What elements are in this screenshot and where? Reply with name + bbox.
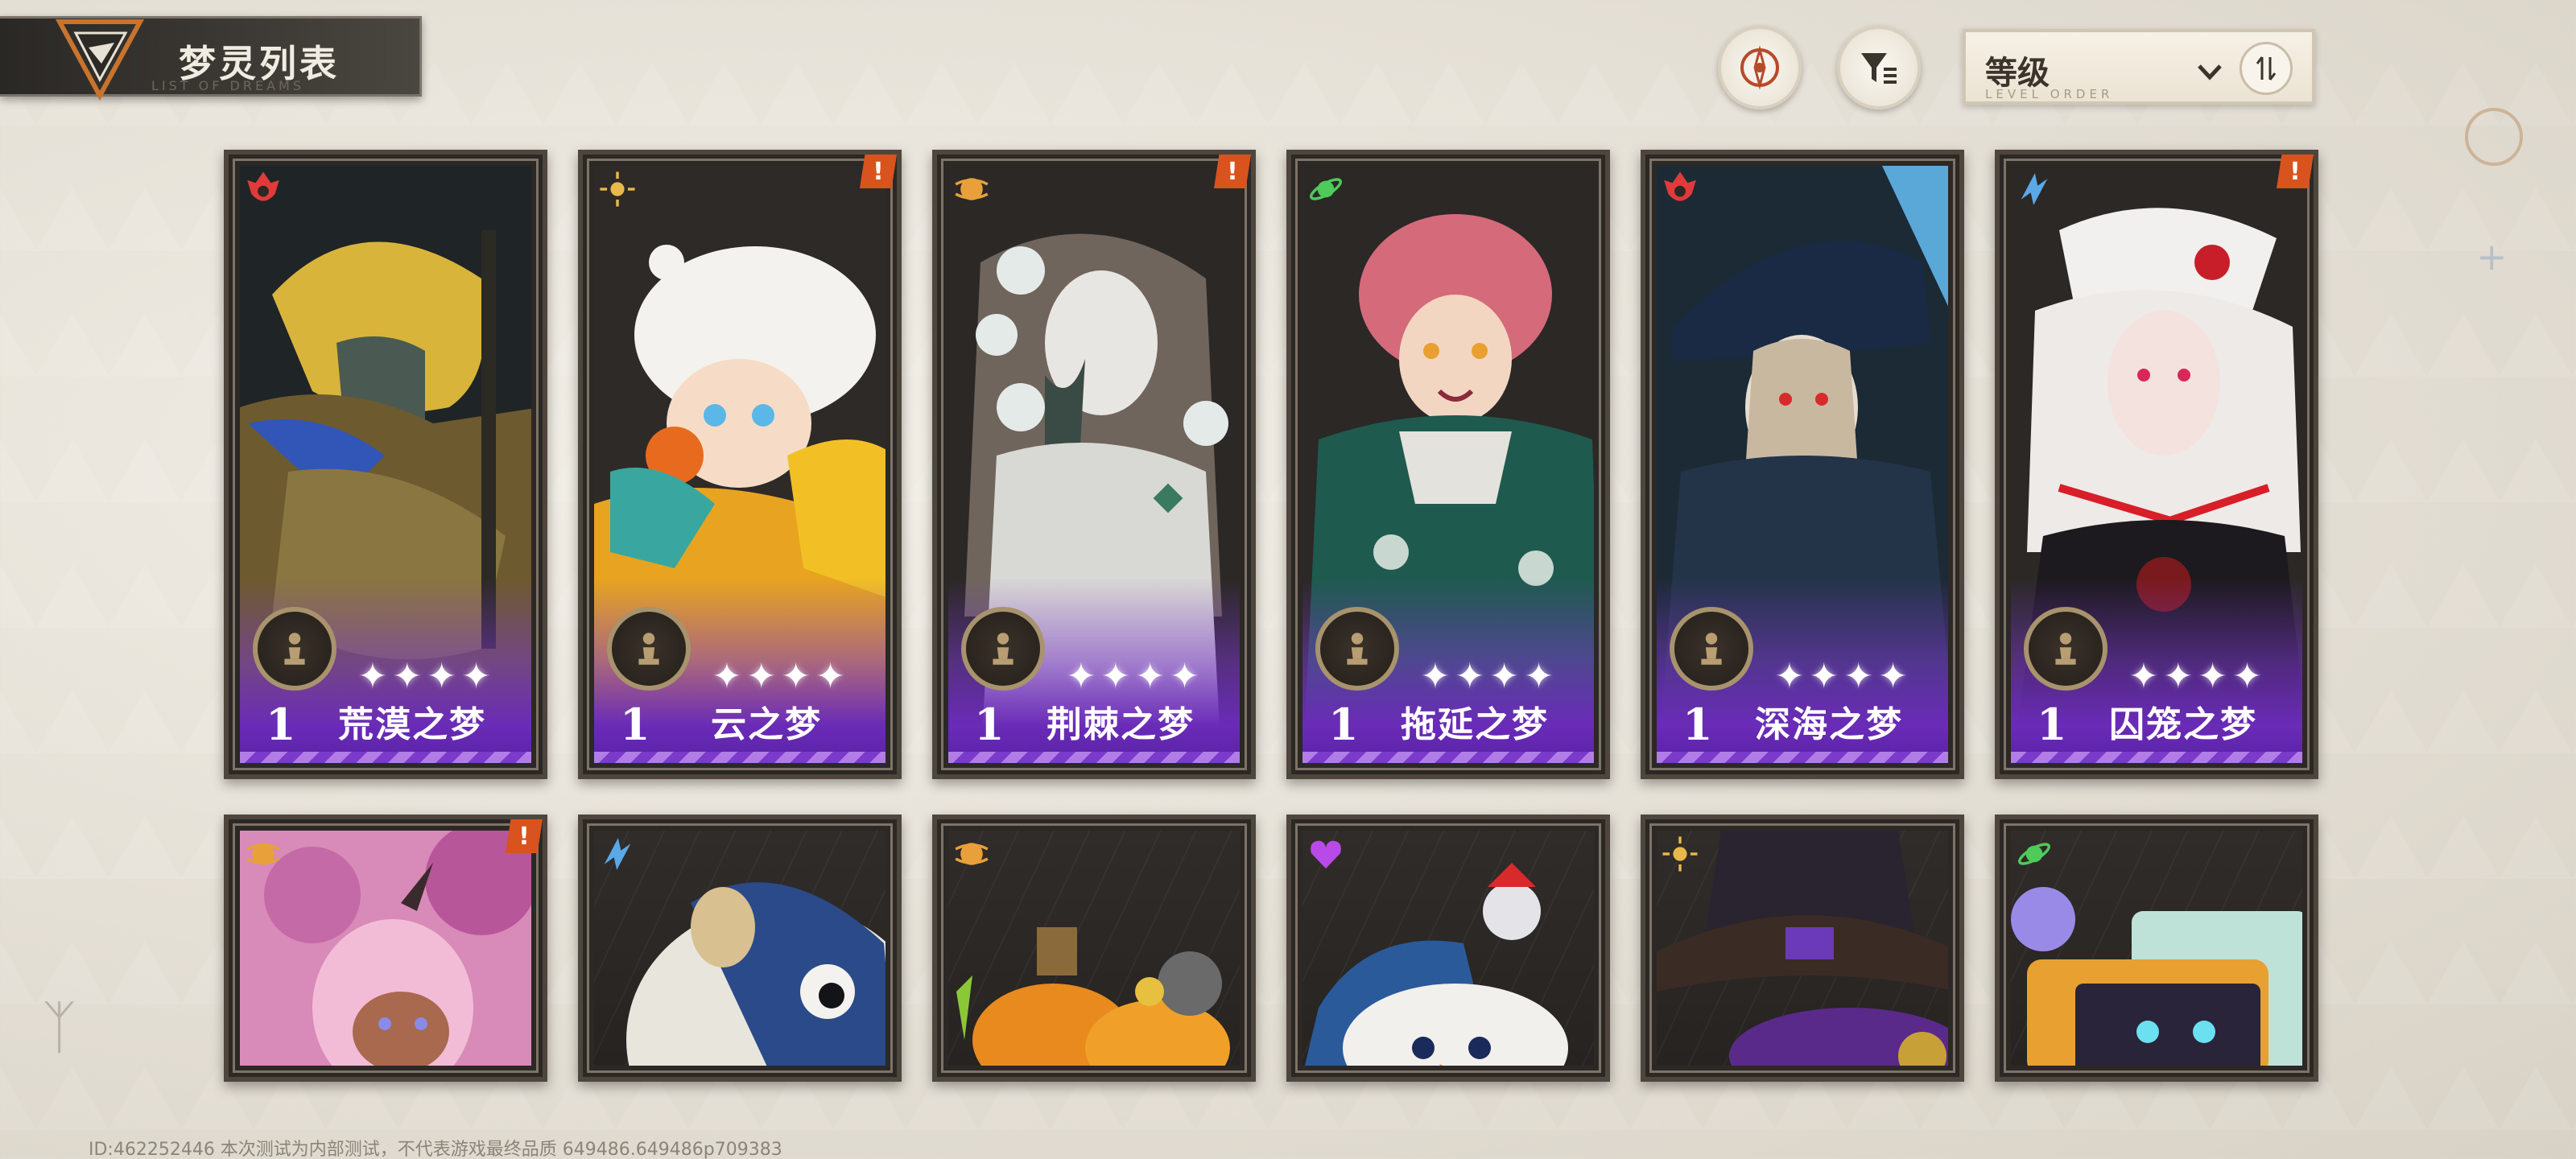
card-level: 1: [1328, 699, 1359, 750]
element-orbit-icon: [948, 166, 995, 212]
star-rating: ✦✦✦✦: [712, 656, 850, 697]
new-alert-badge: !: [1214, 155, 1251, 188]
page-subtitle: LIST OF DREAMS: [151, 78, 304, 93]
element-fire-icon: [1657, 166, 1703, 212]
filter-icon: [1861, 53, 1897, 84]
element-planet-icon: [2011, 831, 2058, 877]
target-icon: [1740, 45, 1779, 90]
star-rating: ✦✦✦✦: [1420, 656, 1558, 697]
card-name: 囚笼之梦: [2109, 704, 2257, 745]
pawn-badge: [2024, 607, 2107, 691]
dream-card-9[interactable]: [932, 815, 1256, 1082]
target-button[interactable]: [1718, 26, 1802, 109]
title-banner[interactable]: 梦灵列表 LIST OF DREAMS: [0, 16, 422, 101]
element-orbit-icon: [948, 831, 995, 877]
element-sun-icon: [594, 166, 641, 212]
pawn-icon: [993, 633, 1013, 665]
card-name: 荒漠之梦: [338, 704, 486, 745]
sort-sub-label: LEVEL ORDER: [1985, 87, 2114, 101]
pawn-badge: [253, 607, 336, 691]
new-alert-badge: !: [2277, 155, 2314, 188]
star-rating: ✦✦✦✦: [357, 656, 496, 697]
star-rating: ✦✦✦✦: [2128, 656, 2267, 697]
card-level: 1: [974, 699, 1005, 750]
element-orbit-icon: [240, 831, 287, 877]
card-name: 云之梦: [711, 704, 822, 745]
sort-order-button[interactable]: [2240, 42, 2293, 95]
pawn-badge: [1315, 607, 1399, 691]
dream-card-12[interactable]: [1995, 815, 2318, 1082]
star-rating: ✦✦✦✦: [1774, 656, 1913, 697]
new-alert-badge: !: [860, 155, 897, 188]
sort-order-icon: [2256, 56, 2277, 80]
element-sun-icon: [1657, 831, 1703, 877]
dream-card-3[interactable]: ! ✦✦✦✦ 1 荆棘之梦: [932, 150, 1256, 779]
dream-card-1[interactable]: ✦✦✦✦ 1 荒漠之梦: [224, 150, 547, 779]
chevron-down-icon: [2198, 64, 2222, 80]
build-id-text: ID:462252446 本次测试为内部测试，不代表游戏最终品质 649486.…: [89, 1140, 782, 1159]
card-name: 拖延之梦: [1401, 704, 1549, 745]
card-level: 1: [1682, 699, 1713, 750]
element-planet-icon: [1302, 166, 1349, 212]
element-heart-icon: [1302, 831, 1349, 877]
filter-button[interactable]: [1837, 26, 1921, 109]
decorative-glyph-icon: ᛉ: [42, 993, 77, 1061]
dream-card-5[interactable]: ✦✦✦✦ 1 深海之梦: [1641, 150, 1964, 779]
pawn-badge: [1670, 607, 1753, 691]
card-level: 1: [620, 699, 650, 750]
card-level: 1: [2037, 699, 2067, 750]
dream-card-6[interactable]: ! ✦✦✦✦ 1 囚笼之梦: [1995, 150, 2318, 779]
dream-card-11[interactable]: [1641, 815, 1964, 1082]
pawn-icon: [638, 633, 659, 665]
element-fire-icon: [240, 166, 287, 212]
card-name: 荆棘之梦: [1046, 704, 1195, 745]
dream-card-7[interactable]: !: [224, 815, 547, 1082]
triangle-logo-icon: [55, 19, 145, 101]
element-lightning-icon: [594, 831, 641, 877]
star-rating: ✦✦✦✦: [1066, 656, 1204, 697]
dream-card-10[interactable]: [1286, 815, 1610, 1082]
dream-card-2[interactable]: ! ✦✦✦✦ 1 云之梦: [578, 150, 902, 779]
sort-dropdown[interactable]: 等级 LEVEL ORDER: [1963, 29, 2315, 105]
decorative-ring: [2465, 108, 2523, 166]
pawn-icon: [1347, 633, 1368, 665]
dream-card-4[interactable]: ✦✦✦✦ 1 拖延之梦: [1286, 150, 1610, 779]
pawn-icon: [1701, 633, 1722, 665]
pawn-badge: [961, 607, 1045, 691]
new-alert-badge: !: [506, 819, 543, 853]
pawn-badge: [607, 607, 691, 691]
dream-card-8[interactable]: [578, 815, 902, 1082]
card-level: 1: [266, 699, 296, 750]
decorative-plus-icon: +: [2476, 235, 2508, 278]
card-name: 深海之梦: [1755, 704, 1903, 745]
pawn-icon: [284, 633, 305, 665]
pawn-icon: [2055, 633, 2076, 665]
element-lightning-icon: [2011, 166, 2058, 212]
